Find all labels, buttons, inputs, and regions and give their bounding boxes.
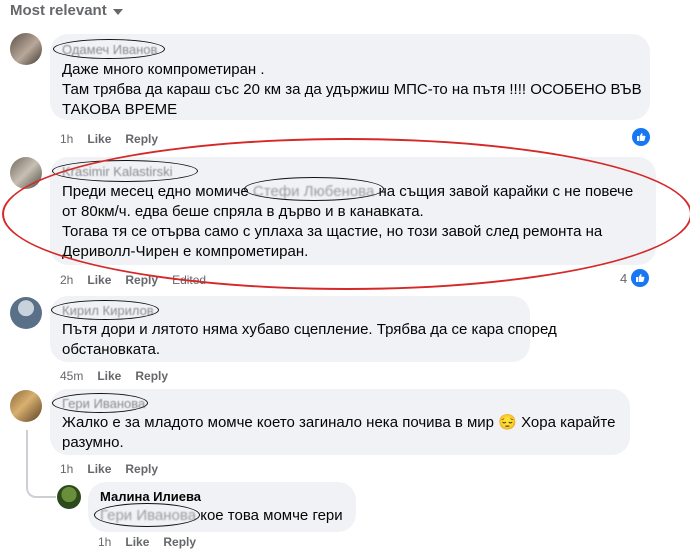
reply-text-segment: кое това момче гери	[196, 507, 343, 524]
user-tag[interactable]: Стефи Любенова	[253, 183, 374, 200]
reaction-count[interactable]	[632, 128, 650, 146]
reply-actions: 1h Like Reply	[98, 535, 196, 549]
comment-text-line: Преди месец едно момиче Стефи Любенова н…	[62, 182, 633, 202]
comment-author[interactable]: Одамеч Иванов	[62, 42, 157, 57]
reply-button[interactable]: Reply	[135, 369, 168, 383]
comment-actions: 1h Like Reply	[60, 132, 158, 146]
reply-time[interactable]: 1h	[98, 535, 111, 549]
user-tag[interactable]: Гери Иванова	[100, 507, 196, 524]
avatar[interactable]	[10, 157, 42, 189]
reply-button[interactable]: Reply	[125, 462, 158, 476]
avatar[interactable]	[10, 390, 42, 422]
comment-text-line: обстановката.	[62, 341, 161, 358]
comment-text-line: Дериволл-Чирен е компрометиран.	[62, 243, 309, 260]
like-button[interactable]: Like	[87, 132, 111, 146]
like-button[interactable]: Like	[87, 273, 111, 287]
comment-text-segment: Хора карайте	[521, 414, 616, 431]
comment-text-line: разумно.	[62, 434, 124, 451]
reply-text: Гери Иванова кое това момче гери	[100, 506, 343, 526]
comment-text-line: Там трябва да караш със 20 км за да удър…	[62, 81, 642, 98]
comment-text-line: Пътя дори и лятото няма хубаво сцепление…	[62, 321, 557, 338]
avatar[interactable]	[57, 485, 81, 509]
sort-dropdown[interactable]: Most relevant	[10, 2, 123, 19]
sort-label: Most relevant	[10, 2, 107, 19]
comment-actions: 1h Like Reply	[60, 462, 158, 476]
reply-button[interactable]: Reply	[125, 132, 158, 146]
comment-text-line: Жалко е за младото момче което загинало …	[62, 413, 615, 433]
comment-text-line: ТАКОВА ВРЕМЕ	[62, 101, 178, 118]
comment-actions: 45m Like Reply	[60, 369, 168, 383]
avatar[interactable]	[10, 297, 42, 329]
comment-author[interactable]: Гери Иванова	[62, 396, 145, 411]
avatar[interactable]	[10, 33, 42, 65]
like-reaction-icon	[631, 269, 650, 287]
comment-actions: 2h Like Reply Edited	[60, 273, 206, 287]
comment-text-line: Тогава тя се отърва само с уплаха за щас…	[62, 223, 603, 240]
like-button[interactable]: Like	[97, 369, 121, 383]
like-reaction-icon	[632, 128, 650, 146]
comment-text-segment: Преди месец едно момиче	[62, 183, 253, 200]
comment-time[interactable]: 1h	[60, 132, 73, 146]
reply-author[interactable]: Малина Илиева	[100, 489, 201, 504]
reaction-number: 4	[620, 270, 628, 286]
chevron-down-icon	[112, 8, 123, 15]
reaction-count[interactable]: 4	[620, 269, 650, 287]
edited-label: Edited	[172, 273, 207, 287]
comment-author[interactable]: Кирил Кирилов	[62, 303, 154, 318]
like-button[interactable]: Like	[125, 535, 149, 549]
comment-time[interactable]: 45m	[60, 369, 83, 383]
comment-text-segment: на същия завой карайки с не повече	[374, 183, 634, 200]
reply-button[interactable]: Reply	[163, 535, 196, 549]
comment-author[interactable]: Krasimir Kalastirski	[62, 164, 173, 179]
comment-text-segment: Жалко е за младото момче което загинало …	[62, 414, 495, 431]
comment-time[interactable]: 2h	[60, 273, 73, 287]
reply-thread-line	[26, 430, 56, 498]
like-button[interactable]: Like	[87, 462, 111, 476]
comment-time[interactable]: 1h	[60, 462, 73, 476]
comment-text-line: Даже много компрометиран .	[62, 61, 265, 78]
reply-button[interactable]: Reply	[125, 273, 158, 287]
pensive-emoji-icon: 😔	[498, 414, 517, 431]
comment-text-line: от 80км/ч. едва беше спряла в дърво и в …	[62, 203, 424, 220]
